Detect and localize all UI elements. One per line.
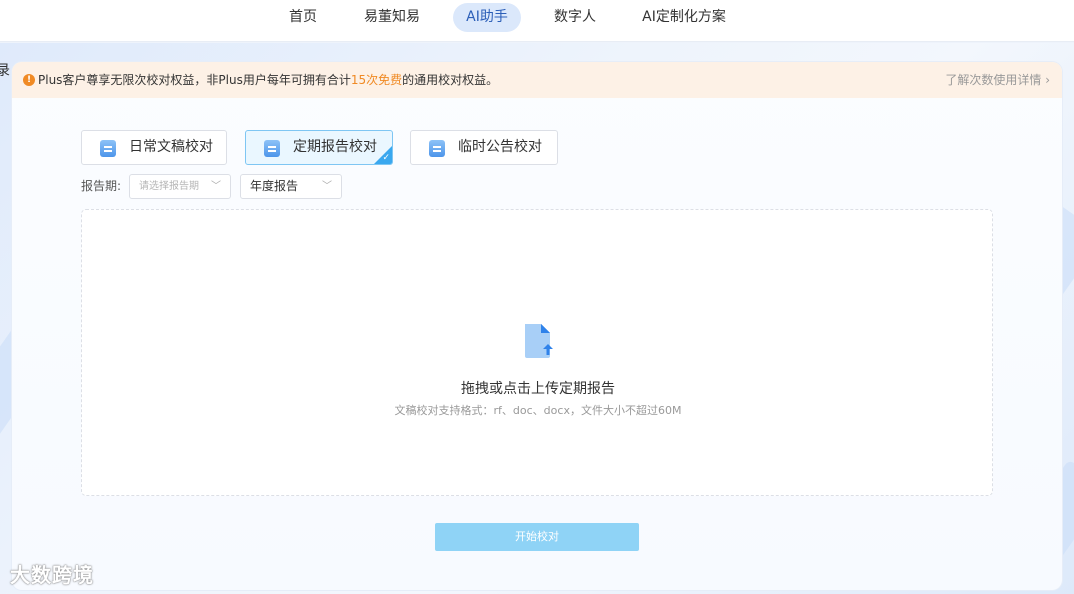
period-label: 报告期: — [81, 179, 122, 193]
notice-bar: ! Plus客户尊享无限次校对权益，非Plus用户每年可拥有合计15次免费的通用… — [12, 62, 1062, 98]
upload-dropzone[interactable]: 拖拽或点击上传定期报告 文稿校对支持格式：rf、doc、docx，文件大小不超过… — [81, 209, 993, 496]
file-upload-icon — [525, 324, 553, 358]
check-icon: ✓ — [382, 153, 390, 163]
upload-title: 拖拽或点击上传定期报告 — [461, 381, 615, 397]
watermark-logo: 大数跨境 — [10, 559, 94, 588]
document-icon — [100, 140, 116, 157]
watermark-text: 大数跨境 — [10, 563, 94, 587]
report-type-select[interactable]: 年度报告 ﹀ — [240, 174, 342, 199]
tab-temp-announcement-proofread[interactable]: 临时公告校对 — [410, 130, 558, 165]
start-proofread-button[interactable]: 开始校对 — [435, 523, 639, 551]
period-select-placeholder: 请选择报告期 — [139, 181, 199, 192]
nav-item-home[interactable]: 首页 — [281, 3, 325, 32]
tab-label: 定期报告校对 — [293, 139, 377, 155]
chevron-down-icon: ﹀ — [322, 181, 332, 192]
tab-daily-doc-proofread[interactable]: 日常文稿校对 — [81, 130, 227, 165]
notice-highlight: 15次免费 — [350, 73, 403, 87]
announcement-icon — [429, 140, 445, 157]
top-nav: 首页 易董知易 AI助手 数字人 AI定制化方案 — [0, 0, 1074, 42]
report-type-value: 年度报告 — [250, 179, 299, 193]
nav-item-digital-human[interactable]: 数字人 — [546, 3, 604, 32]
report-search-icon — [264, 140, 280, 157]
notice-text-before: Plus客户尊享无限次校对权益，非Plus用户每年可拥有合计 — [38, 73, 351, 87]
tab-periodic-report-proofread[interactable]: 定期报告校对 ✓ — [245, 130, 393, 165]
tab-label: 日常文稿校对 — [129, 139, 213, 155]
upload-hint: 文稿校对支持格式：rf、doc、docx，文件大小不超过60M — [394, 404, 682, 417]
usage-details-link[interactable]: 了解次数使用详情 › — [945, 62, 1050, 98]
exclamation-icon: ! — [23, 74, 35, 86]
chevron-down-icon: ﹀ — [211, 181, 221, 192]
nav-item-ai-custom[interactable]: AI定制化方案 — [634, 3, 734, 32]
nav-item-yidong[interactable]: 易董知易 — [356, 3, 428, 32]
notice-text: Plus客户尊享无限次校对权益，非Plus用户每年可拥有合计15次免费的通用校对… — [38, 62, 498, 98]
notice-text-after: 的通用校对权益。 — [402, 73, 499, 87]
tab-label: 临时公告校对 — [458, 139, 542, 155]
proofreading-panel: ! Plus客户尊享无限次校对权益，非Plus用户每年可拥有合计15次免费的通用… — [12, 62, 1062, 590]
nav-item-ai-assistant[interactable]: AI助手 — [453, 3, 521, 32]
period-select[interactable]: 请选择报告期 ﹀ — [129, 174, 231, 199]
clipped-side-text: 录 — [0, 63, 10, 79]
